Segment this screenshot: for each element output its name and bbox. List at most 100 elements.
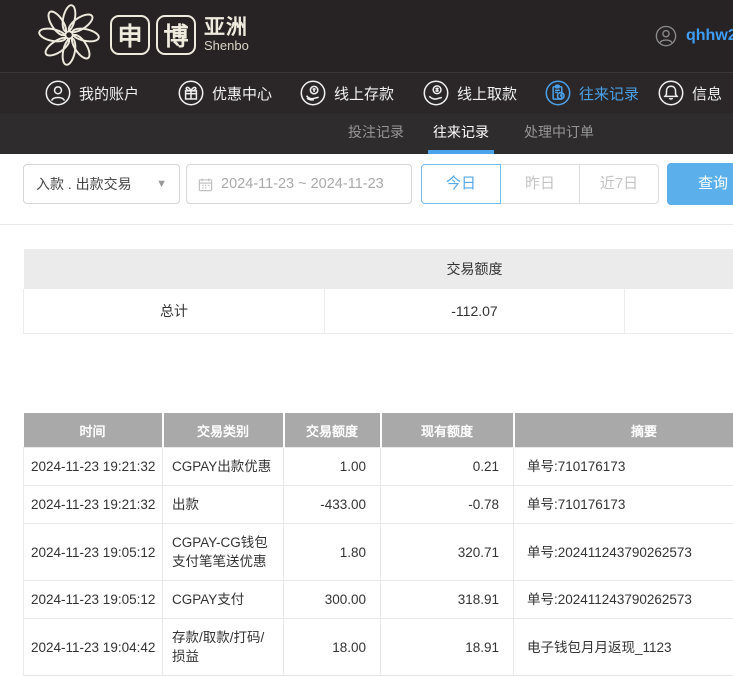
table-header-row: 时间 交易类别 交易额度 现有额度 摘要 <box>24 413 733 448</box>
nav-item-messages[interactable]: 信息 <box>658 73 722 113</box>
table-row: 2024-11-23 19:21:32出款-433.00-0.78单号:7101… <box>24 486 733 524</box>
tab-label: 往来记录 <box>433 124 489 140</box>
table-cell: 18.00 <box>284 619 381 676</box>
username-text[interactable]: qhhw2 <box>686 27 733 45</box>
table-row: 2024-11-23 19:21:32CGPAY出款优惠1.000.21单号:7… <box>24 448 733 486</box>
button-label: 昨日 <box>525 175 555 192</box>
withdraw-coin-icon <box>423 80 449 106</box>
logo-char: 申 <box>117 17 142 53</box>
nav-item-withdraw[interactable]: 线上取款 <box>423 73 517 113</box>
user-avatar-icon <box>655 25 677 47</box>
table-cell: 电子钱包月月返现_1123 <box>514 619 733 676</box>
table-cell: CGPAY出款优惠 <box>163 448 284 486</box>
chevron-down-icon: ▼ <box>156 178 167 190</box>
column-header-summary: 摘要 <box>514 413 733 448</box>
table-cell: 18.91 <box>381 619 514 676</box>
summary-section: 交易额度 总计 -112.07 <box>23 249 733 334</box>
table-cell: 2024-11-23 19:21:32 <box>24 486 163 524</box>
table-cell: 300.00 <box>284 581 381 619</box>
table-cell: 单号:202411243790262573 <box>514 581 733 619</box>
transactions-section: 时间 交易类别 交易额度 现有额度 摘要 2024-11-23 19:21:32… <box>23 413 733 676</box>
summary-table: 交易额度 总计 -112.07 <box>23 249 733 334</box>
summary-header-row: 交易额度 <box>24 249 733 289</box>
summary-header-cell <box>625 249 733 289</box>
button-label: 今日 <box>446 175 476 192</box>
brand-logo[interactable]: 申 博 亚洲 Shenbo <box>38 4 249 66</box>
transaction-type-select[interactable]: 入款 . 出款交易 ▼ <box>23 164 180 204</box>
summary-header-cell: 交易额度 <box>325 249 625 289</box>
column-header-type: 交易类别 <box>163 413 284 448</box>
table-cell: CGPAY支付 <box>163 581 284 619</box>
logo-region-text: 亚洲 <box>204 17 249 39</box>
table-cell: 单号:202411243790262573 <box>514 524 733 581</box>
summary-empty-cell <box>625 289 733 334</box>
summary-header-cell <box>24 249 325 289</box>
nav-item-promotions[interactable]: 优惠中心 <box>178 73 272 113</box>
logo-char-box: 申 <box>110 15 150 55</box>
table-cell: 318.91 <box>381 581 514 619</box>
table-row: 2024-11-23 19:04:42存款/取款/打码/损益18.0018.91… <box>24 619 733 676</box>
table-body: 2024-11-23 19:21:32CGPAY出款优惠1.000.21单号:7… <box>24 448 733 676</box>
quick-date-group: 今日 昨日 近7日 <box>421 164 659 204</box>
column-header-balance: 现有额度 <box>381 413 514 448</box>
table-cell: CGPAY-CG钱包支付笔笔送优惠 <box>163 524 284 581</box>
nav-item-transaction-records[interactable]: 往来记录 <box>545 73 639 113</box>
nav-label: 优惠中心 <box>212 83 272 104</box>
date-range-value: 2024-11-23 ~ 2024-11-23 <box>221 176 384 192</box>
nav-item-deposit[interactable]: 线上存款 <box>300 73 394 113</box>
main-nav: 我的账户 优惠中心 线上存款 线上取款 往来记录 <box>0 72 733 113</box>
user-account[interactable]: qhhw2 <box>655 0 733 72</box>
column-header-time: 时间 <box>24 413 163 448</box>
date-range-input[interactable]: 2024-11-23 ~ 2024-11-23 <box>186 164 412 204</box>
logo-char-box: 博 <box>156 15 196 55</box>
select-value: 入款 . 出款交易 <box>36 174 132 194</box>
nav-label: 线上取款 <box>457 83 517 104</box>
table-cell: 1.80 <box>284 524 381 581</box>
today-button[interactable]: 今日 <box>421 164 501 204</box>
button-label: 近7日 <box>600 175 638 192</box>
deposit-coin-icon <box>300 80 326 106</box>
table-cell: 单号:710176173 <box>514 486 733 524</box>
bell-icon <box>658 80 684 106</box>
tab-pending-orders[interactable]: 处理中订单 <box>519 113 599 150</box>
flower-logo-icon <box>38 4 100 66</box>
table-cell: 0.21 <box>381 448 514 486</box>
nav-item-my-account[interactable]: 我的账户 <box>45 73 139 113</box>
table-cell: 320.71 <box>381 524 514 581</box>
user-icon <box>45 80 71 106</box>
column-header-amount: 交易额度 <box>284 413 381 448</box>
table-cell: 2024-11-23 19:21:32 <box>24 448 163 486</box>
gift-icon <box>178 80 204 106</box>
table-cell: 2024-11-23 19:05:12 <box>24 581 163 619</box>
summary-total-row: 总计 -112.07 <box>24 289 733 334</box>
search-button[interactable]: 查询 <box>667 163 733 205</box>
tab-bet-records[interactable]: 投注记录 <box>343 113 409 150</box>
table-cell: 出款 <box>163 486 284 524</box>
filter-bar: 入款 . 出款交易 ▼ 2024-11-23 ~ 2024-11-23 今日 昨… <box>0 154 733 225</box>
tab-label: 投注记录 <box>348 124 404 140</box>
summary-total-value: -112.07 <box>325 289 625 334</box>
top-header: 申 博 亚洲 Shenbo qhhw2 <box>0 0 733 72</box>
nav-label: 往来记录 <box>579 83 639 104</box>
table-cell: 2024-11-23 19:04:42 <box>24 619 163 676</box>
last-7-days-button[interactable]: 近7日 <box>579 164 659 204</box>
calendar-icon <box>198 177 213 192</box>
page: { "brand": { "flower_icon": "flower-logo… <box>0 0 733 632</box>
table-cell: -0.78 <box>381 486 514 524</box>
table-cell: -433.00 <box>284 486 381 524</box>
table-row: 2024-11-23 19:05:12CGPAY-CG钱包支付笔笔送优惠1.80… <box>24 524 733 581</box>
tab-transaction-records[interactable]: 往来记录 <box>428 113 494 154</box>
records-clipboard-icon <box>545 80 571 106</box>
nav-label: 信息 <box>692 83 722 104</box>
table-cell: 2024-11-23 19:05:12 <box>24 524 163 581</box>
table-cell: 存款/取款/打码/损益 <box>163 619 284 676</box>
table-cell: 1.00 <box>284 448 381 486</box>
logo-en-text: Shenbo <box>204 39 249 53</box>
table-cell: 单号:710176173 <box>514 448 733 486</box>
nav-label: 线上存款 <box>334 83 394 104</box>
button-label: 查询 <box>698 175 728 192</box>
yesterday-button[interactable]: 昨日 <box>500 164 580 204</box>
nav-label: 我的账户 <box>79 83 139 104</box>
summary-row-label: 总计 <box>24 289 325 334</box>
tab-label: 处理中订单 <box>524 124 594 140</box>
